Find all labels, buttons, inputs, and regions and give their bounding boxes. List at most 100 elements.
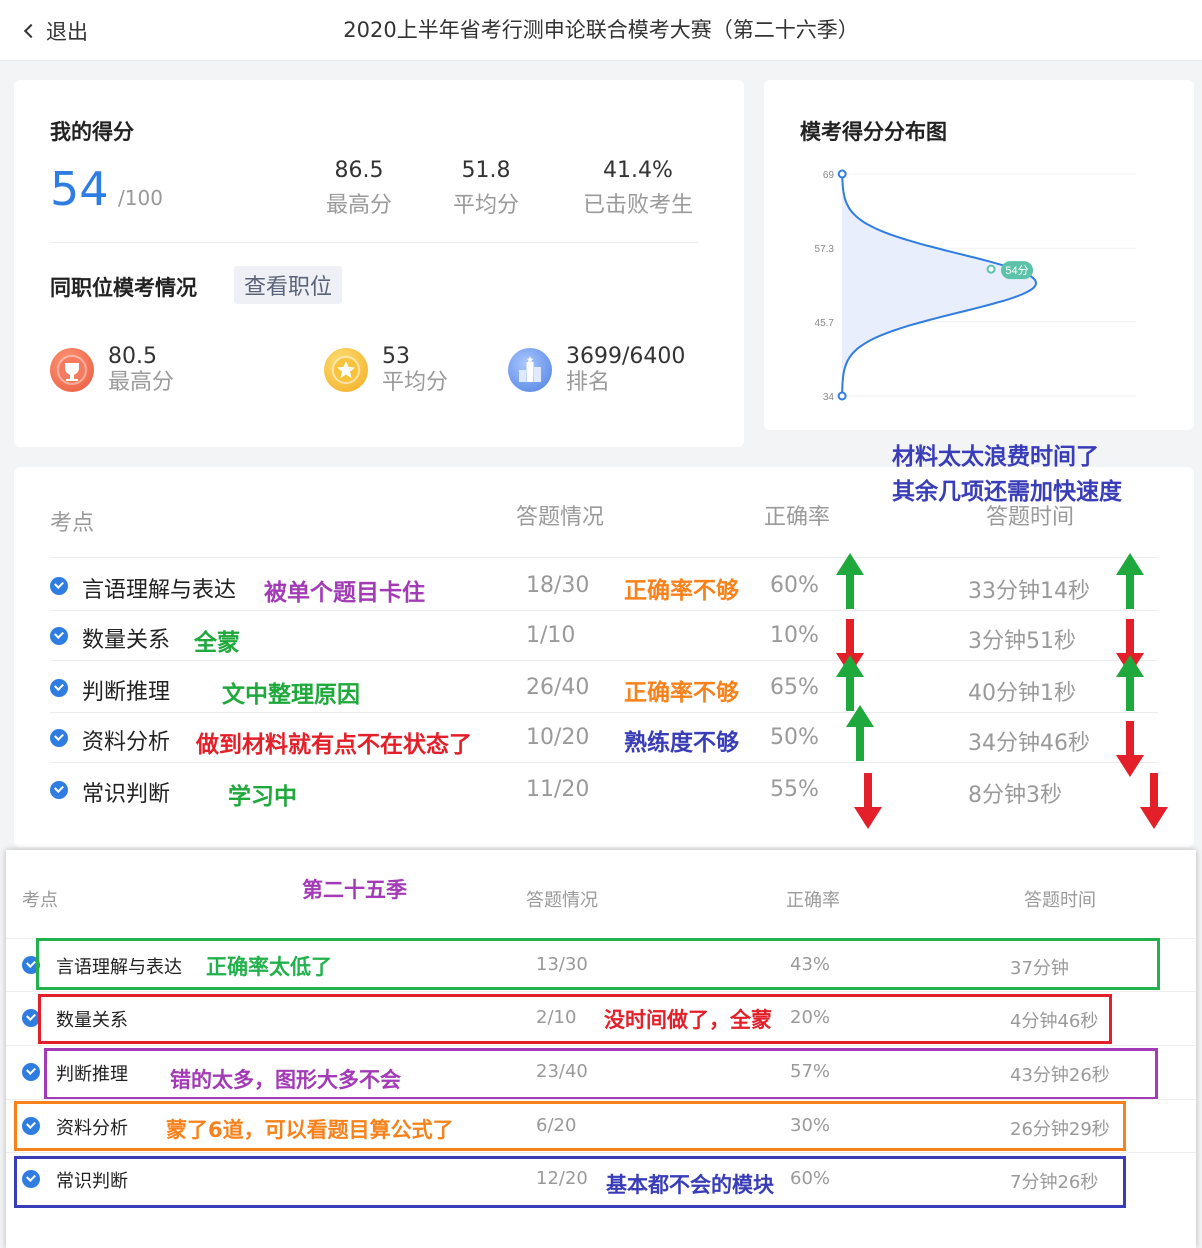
- time-cell: 3分钟51秒: [968, 629, 1076, 654]
- position-stat-value: 80.5: [108, 344, 157, 369]
- trophy-medal-icon: [50, 348, 94, 392]
- chart-point-max: [837, 169, 847, 179]
- ranking-podium-icon: [508, 348, 552, 392]
- arrow-down-icon: [854, 773, 882, 829]
- table-row[interactable]: 判断推理 26/40 65% 40分钟1秒 文中整理原因 正确率不够: [50, 655, 1158, 713]
- highlight-box: [14, 1156, 1126, 1208]
- corner-note-1: 材料太太浪费时间了: [892, 444, 1099, 470]
- accuracy-annotation: 熟练度不够: [624, 730, 739, 756]
- topic-name: 言语理解与表达: [82, 578, 237, 603]
- time-cell: 34分钟46秒: [968, 731, 1090, 756]
- accuracy-cell: 10%: [770, 623, 819, 648]
- score-card: 我的得分 54 /100 86.5 最高分 51.8 平均分 41.4% 已击败…: [14, 80, 744, 447]
- divider: [50, 557, 1158, 558]
- row-divider: [50, 762, 1158, 763]
- col-header-accuracy: 正确率: [786, 890, 840, 911]
- table-row[interactable]: 数量关系 1/10 10% 3分钟51秒 全蒙: [50, 611, 1158, 675]
- position-stat-label: 平均分: [382, 370, 449, 395]
- stat-average: 51.8 平均分: [431, 158, 541, 219]
- accuracy-cell: 55%: [770, 777, 819, 802]
- row-annotation: 被单个题目卡住: [264, 580, 425, 606]
- highlight-box: [38, 994, 1112, 1044]
- highlight-box: [14, 1101, 1126, 1151]
- col-header-topic: 考点: [22, 890, 58, 911]
- row-annotation: 全蒙: [194, 630, 240, 656]
- check-circle-icon: [50, 577, 68, 595]
- answered-cell: 1/10: [526, 623, 576, 648]
- check-circle-icon: [50, 627, 68, 645]
- y-tick-label: 45.7: [815, 318, 835, 329]
- stat-value: 51.8: [461, 158, 511, 183]
- row-annotation: 文中整理原因: [222, 682, 360, 708]
- score-max: /100: [118, 186, 163, 210]
- position-average: 53 平均分: [324, 344, 448, 396]
- col-header-accuracy: 正确率: [764, 505, 831, 530]
- position-stat-label: 最高分: [108, 370, 175, 395]
- position-stat-label: 排名: [566, 370, 611, 395]
- arrow-up-icon: [846, 705, 874, 761]
- col-header-topic: 考点: [50, 511, 95, 536]
- row-annotation: 学习中: [228, 784, 297, 810]
- col-header-answered: 答题情况: [526, 890, 598, 911]
- stat-highest: 86.5 最高分: [304, 158, 414, 219]
- table-row[interactable]: 言语理解与表达 18/30 60% 33分钟14秒 被单个题目卡住 正确率不够: [50, 553, 1158, 611]
- accuracy-annotation: 正确率不够: [624, 680, 739, 706]
- position-highest: 80.5 最高分: [50, 344, 174, 396]
- check-circle-icon: [50, 679, 68, 697]
- topic-name: 资料分析: [82, 730, 171, 755]
- table-row[interactable]: 资料分析 10/20 50% 34分钟46秒 做到材料就有点不在状态了 熟练度不够: [50, 705, 1158, 777]
- position-ranking: 3699/6400 排名: [508, 344, 685, 396]
- accuracy-annotation: 正确率不够: [624, 578, 739, 604]
- distribution-card: 模考得分分布图 69 57.3 45.7 34 54分: [764, 80, 1194, 430]
- time-cell: 8分钟3秒: [968, 783, 1062, 808]
- score-table-previous: 考点 答题情况 正确率 答题时间 第二十五季 言语理解与表达 13/30 43% 37…: [6, 850, 1196, 1248]
- my-score-heading: 我的得分: [50, 120, 134, 144]
- arrow-up-icon: [1116, 553, 1144, 609]
- stat-label: 已击败考生: [582, 193, 693, 218]
- y-tick-label: 57.3: [815, 244, 835, 255]
- topic-name: 常识判断: [82, 782, 171, 807]
- corner-note-2: 其余几项还需加快速度: [892, 479, 1122, 505]
- y-tick-label: 69: [823, 170, 835, 181]
- divider: [50, 242, 698, 243]
- row-divider: [50, 660, 1158, 661]
- highlight-box: [36, 938, 1160, 990]
- score-value: 54: [50, 162, 109, 216]
- time-cell: 40分钟1秒: [968, 681, 1076, 706]
- stat-value: 41.4%: [603, 158, 673, 183]
- score-marker-label: 54分: [1005, 264, 1028, 277]
- page-title: 2020上半年省考行测申论联合模考大赛（第二十六季）: [343, 18, 859, 42]
- stat-value: 86.5: [334, 158, 384, 183]
- position-stat-value: 3699/6400: [566, 344, 686, 369]
- col-header-answered: 答题情况: [516, 505, 605, 530]
- season-note: 第二十五季: [302, 878, 407, 902]
- answered-cell: 10/20: [526, 725, 590, 750]
- stat-label: 平均分: [452, 193, 519, 218]
- view-position-button[interactable]: 查看职位: [234, 266, 343, 304]
- time-cell: 33分钟14秒: [968, 579, 1090, 604]
- chart-point-min: [837, 391, 847, 401]
- col-header-time: 答题时间: [1024, 890, 1096, 911]
- distribution-area: [842, 174, 1036, 396]
- answered-cell: 11/20: [526, 777, 590, 802]
- score-marker-point: [986, 264, 996, 274]
- position-stat-value: 53: [382, 344, 410, 369]
- accuracy-cell: 60%: [770, 573, 819, 598]
- table-row[interactable]: 常识判断 11/20 55% 8分钟3秒 学习中: [50, 765, 1168, 829]
- arrow-down-icon: [1140, 773, 1168, 829]
- check-circle-icon: [22, 1063, 40, 1081]
- check-circle-icon: [50, 781, 68, 799]
- row-annotation: 做到材料就有点不在状态了: [196, 732, 472, 758]
- arrow-up-icon: [836, 553, 864, 609]
- highlight-box: [44, 1048, 1158, 1100]
- distribution-chart: 69 57.3 45.7 34 54分: [815, 169, 1136, 403]
- score-table-current: 考点 答题情况 正确率 答题时间 言语理解与表达 18/30 60% 33分钟14秒被…: [14, 467, 1194, 847]
- accuracy-cell: 50%: [770, 725, 819, 750]
- stat-beaten: 41.4% 已击败考生: [568, 158, 708, 219]
- accuracy-cell: 65%: [770, 675, 819, 700]
- topic-name: 数量关系: [82, 628, 171, 653]
- star-medal-icon: [324, 348, 368, 392]
- same-position-heading: 同职位模考情况: [50, 276, 197, 300]
- answered-cell: 18/30: [526, 573, 590, 598]
- answered-cell: 26/40: [526, 675, 590, 700]
